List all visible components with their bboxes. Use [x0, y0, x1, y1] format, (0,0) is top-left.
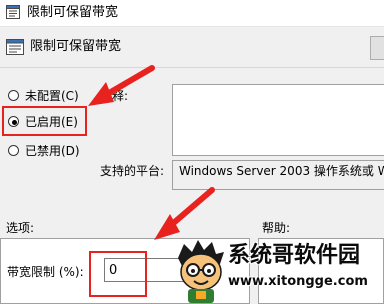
watermark: 系统哥软件园 www.xitongge.com [170, 236, 384, 304]
radio-disabled[interactable]: 已禁用(D) [8, 142, 88, 160]
help-section-label: 帮助: [262, 221, 291, 235]
supported-platform-label: 支持的平台: [100, 164, 165, 178]
comment-textarea[interactable] [172, 84, 384, 156]
input-highlight-box [89, 251, 147, 297]
radio-label: 未配置(C) [25, 89, 79, 103]
watermark-url: www.xitongge.com [228, 274, 368, 289]
supported-platform-field: Windows Server 2003 操作系统或 W [172, 160, 384, 190]
mascot-logo-icon [178, 240, 224, 303]
policy-settings-icon [6, 5, 20, 19]
policy-title: 限制可保留带宽 [30, 39, 122, 54]
policy-settings-icon [6, 39, 24, 55]
next-setting-button[interactable] [370, 36, 384, 60]
watermark-brand: 系统哥软件园 [228, 243, 361, 268]
bandwidth-limit-label: 带宽限制 (%): [7, 265, 84, 279]
comment-label: 注释: [100, 89, 129, 103]
window-title: 限制可保留带宽 [27, 5, 119, 20]
radio-circle [8, 90, 19, 101]
radio-not-configured[interactable]: 未配置(C) [8, 87, 88, 105]
radio-circle [8, 145, 19, 156]
radio-label: 已禁用(D) [25, 144, 80, 158]
policy-window: 限制可保留带宽 限制可保留带宽 未配置(C) 已启用(E) 已禁用(D) 注释:… [0, 0, 384, 304]
enabled-highlight-box [2, 106, 87, 136]
header-divider [0, 67, 384, 68]
arrow-to-input [154, 187, 215, 240]
options-section-label: 选项: [6, 221, 35, 235]
title-bar[interactable]: 限制可保留带宽 [0, 0, 384, 27]
